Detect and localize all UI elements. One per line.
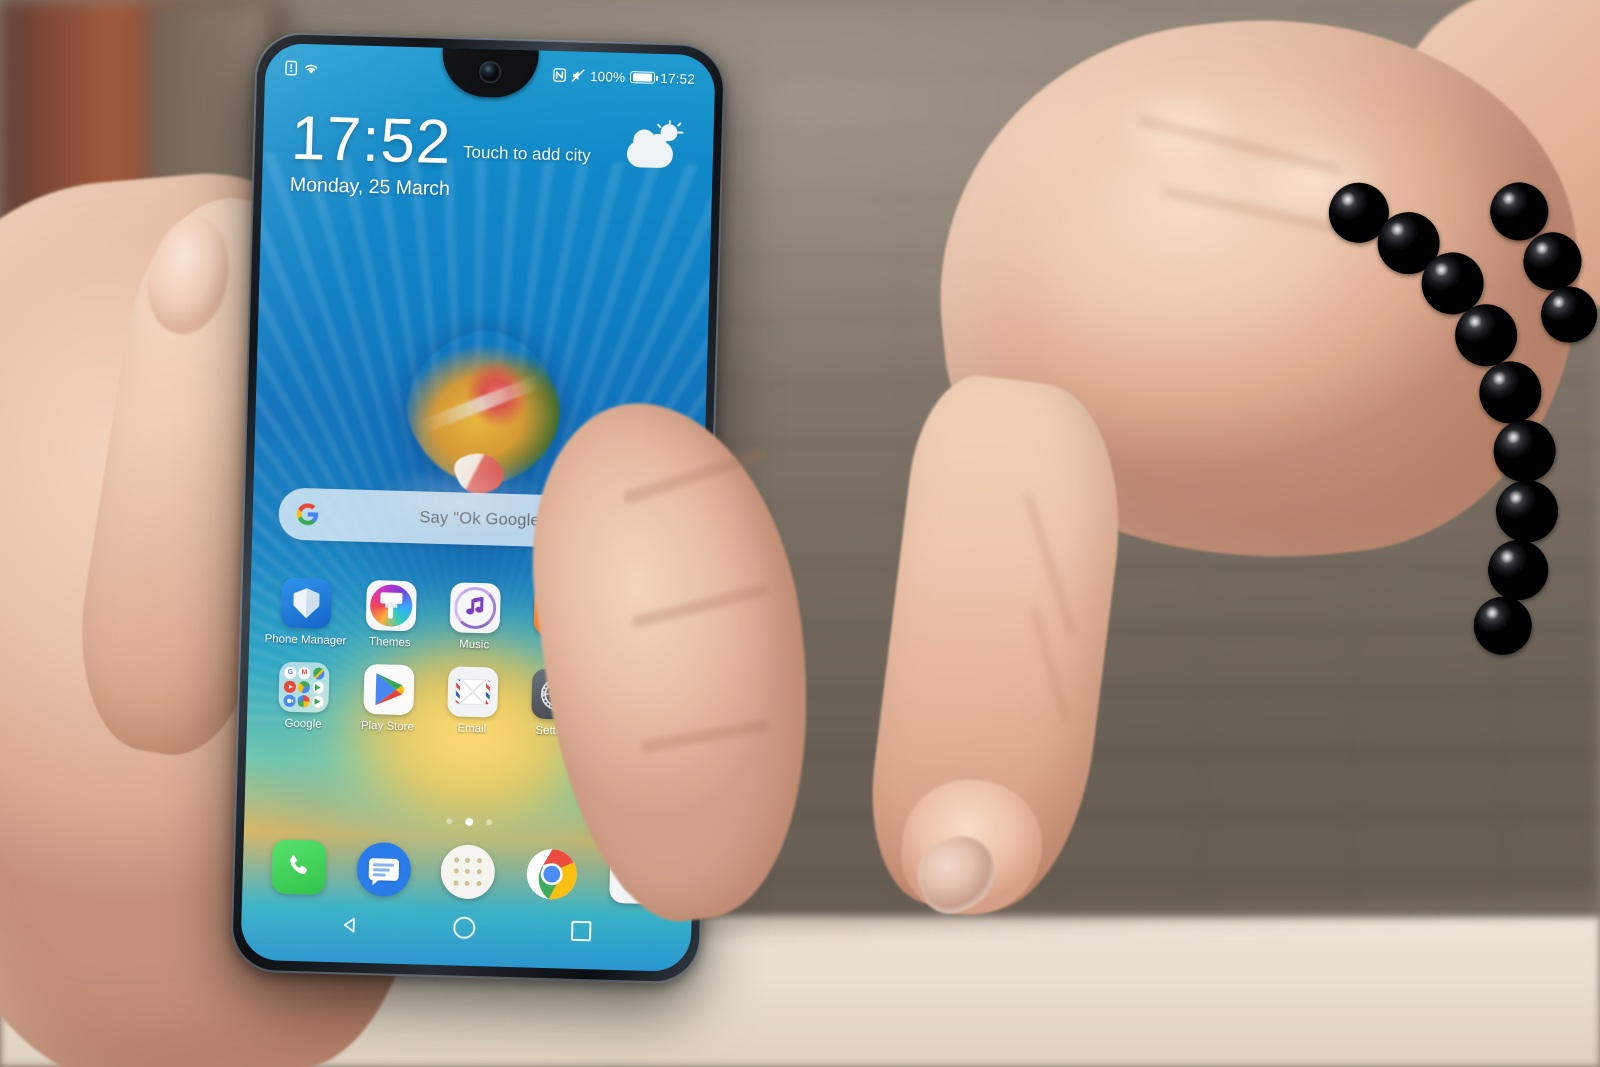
shield-icon: [280, 577, 333, 629]
dock-phone-icon[interactable]: [271, 839, 327, 895]
app-email[interactable]: Email: [435, 666, 511, 736]
app-label: Email: [457, 722, 487, 736]
music-note-icon: [449, 582, 501, 634]
page-dot[interactable]: [446, 818, 453, 825]
app-themes[interactable]: Themes: [353, 579, 429, 650]
circle-home-icon[interactable]: [453, 916, 477, 940]
app-google-folder[interactable]: G M Google: [266, 661, 342, 731]
play-store-icon: [362, 663, 415, 716]
square-recents-icon[interactable]: [571, 920, 592, 942]
battery-percent: 100%: [589, 68, 626, 85]
mini-google-icon: G: [284, 666, 297, 679]
mini-play-icon: [312, 681, 325, 694]
cloud-icon: [626, 140, 674, 169]
mini-duo-icon: [283, 694, 296, 707]
mini-play-movies-icon: [311, 695, 324, 708]
dock-chrome-icon[interactable]: [524, 846, 579, 901]
clock-time: 17:52: [290, 103, 453, 178]
dock-messages-icon[interactable]: [355, 841, 412, 898]
status-bar-time: 17:52: [660, 70, 696, 87]
dock-app-drawer-icon[interactable]: [440, 844, 496, 900]
mini-photos-icon: [297, 695, 310, 708]
wifi-icon: [303, 61, 319, 74]
clock-widget[interactable]: 17:52 Touch to add city Monday, 25 March: [290, 103, 690, 208]
mini-gmail-icon: M: [298, 667, 311, 680]
mini-maps-icon: [312, 667, 325, 680]
mute-icon: [571, 68, 585, 82]
app-play-store[interactable]: Play Store: [350, 663, 426, 734]
triangle-back-icon[interactable]: [341, 916, 358, 933]
app-label: Phone Manager: [264, 633, 347, 648]
weather-icon[interactable]: [625, 120, 684, 171]
app-label: Music: [458, 638, 490, 652]
app-music[interactable]: Music: [437, 582, 513, 652]
mini-youtube-icon: [283, 680, 296, 693]
battery-icon: [630, 71, 656, 84]
sim-card-icon: [285, 60, 298, 76]
page-dot-active[interactable]: [465, 817, 474, 826]
app-label: Play Store: [360, 719, 415, 734]
page-dot[interactable]: [486, 819, 493, 826]
app-phone-manager[interactable]: Phone Manager: [264, 577, 347, 647]
folder-icon: G M: [278, 661, 330, 713]
add-city-hint[interactable]: Touch to add city: [463, 142, 591, 175]
paintbrush-icon: [365, 579, 417, 632]
google-g-icon: [294, 501, 321, 528]
envelope-icon: [447, 666, 499, 718]
mini-drive-icon: [298, 681, 311, 694]
app-label: Google: [284, 717, 322, 731]
photo-scene: 100% 17:52 17:52 Touch to add city Monda…: [0, 0, 1600, 1067]
app-label: Themes: [368, 636, 411, 650]
nfc-icon: [553, 68, 566, 83]
